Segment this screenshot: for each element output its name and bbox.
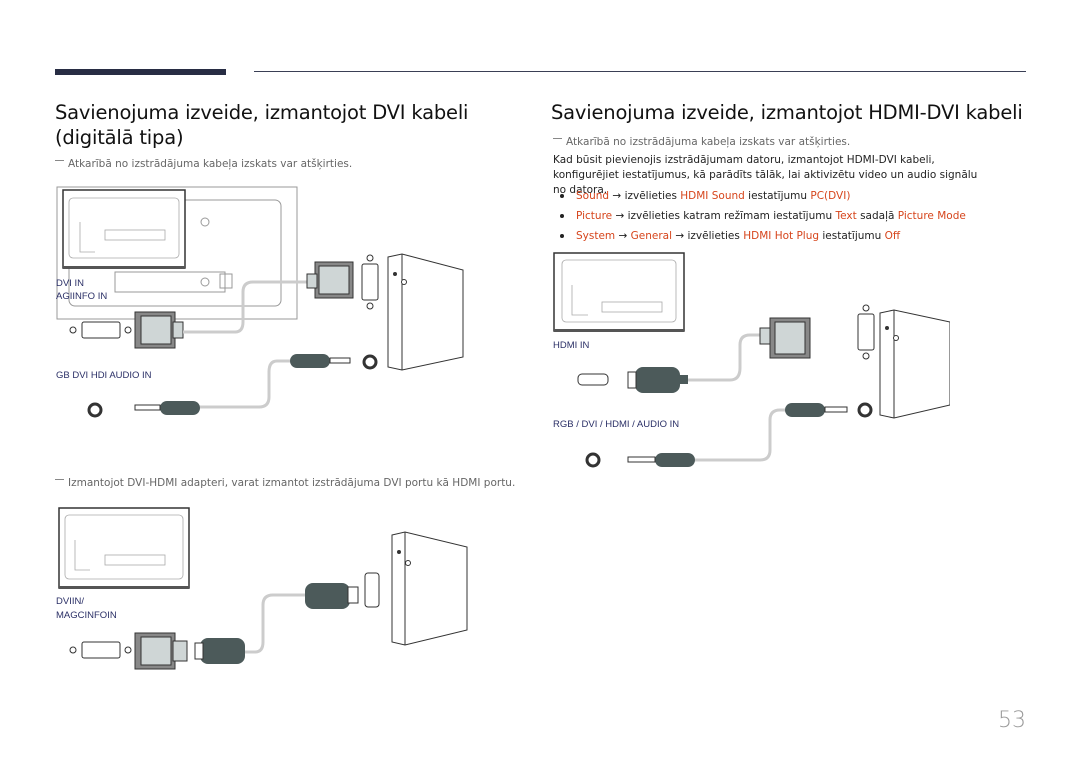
bullet-icon xyxy=(560,194,564,198)
settings-list: Sound → izvēlieties HDMI Sound iestatīju… xyxy=(556,186,966,246)
audio-cable xyxy=(200,359,290,409)
hdmi-cable xyxy=(245,593,305,654)
monitor-bottom-edge xyxy=(59,586,189,589)
label-dvi-in: DVI IN xyxy=(56,278,84,289)
dvi-port-pc xyxy=(361,254,379,310)
header-accent-bar xyxy=(55,69,226,75)
audio-cable xyxy=(695,408,785,462)
dvi-cable xyxy=(183,280,310,334)
right-section-title: Savienojuma izveide, izmantojot HDMI-DVI… xyxy=(551,101,1023,124)
bullet-text: Picture → izvēlieties katram režīmam ies… xyxy=(576,210,966,222)
left-section-title: Savienojuma izveide, izmantojot DVI kabe… xyxy=(55,101,469,149)
audio-jack-pc xyxy=(857,402,873,418)
menu-path-term: Off xyxy=(884,230,901,242)
audio-plug-pc xyxy=(290,354,351,368)
settings-item-picture: Picture → izvēlieties katram režīmam ies… xyxy=(556,206,966,226)
hdmi-port-pc xyxy=(364,572,380,608)
audio-jack-monitor xyxy=(87,402,103,418)
bullet-text: Sound → izvēlieties HDMI Sound iestatīju… xyxy=(576,190,850,202)
menu-path-term: Sound xyxy=(576,190,610,202)
monitor-back-small xyxy=(58,507,190,589)
pc-tower xyxy=(387,253,464,371)
bullet-text-fragment: izvēlieties xyxy=(624,190,681,202)
bullet-text-fragment: → izvēlieties xyxy=(672,230,744,242)
audio-jack-monitor xyxy=(585,452,601,468)
left-note: Atkarībā no izstrādājuma kabeļa izskats … xyxy=(55,158,352,170)
pc-tower xyxy=(879,309,950,419)
menu-path-term: System xyxy=(576,230,616,242)
monitor-bottom-edge xyxy=(63,266,185,269)
dvi-connector-pc xyxy=(759,317,811,359)
left-note-2: Izmantojot DVI-HDMI adapteri, varat izma… xyxy=(55,477,515,489)
dvi-connector-monitor xyxy=(134,311,184,349)
note-dash-icon xyxy=(553,138,562,139)
settings-item-system: System → General → izvēlieties HDMI Hot … xyxy=(556,226,966,246)
audio-jack-pc xyxy=(362,354,378,370)
label-dvi-in-2: DVIIN/ xyxy=(56,596,84,607)
right-note-text: Atkarībā no izstrādājuma kabeļa izskats … xyxy=(566,136,851,148)
bullet-icon xyxy=(560,214,564,218)
bullet-icon xyxy=(560,234,564,238)
dvi-port-pc xyxy=(857,304,875,360)
monitor-bottom-edge xyxy=(554,329,684,332)
bullet-text-fragment: iestatījumu xyxy=(819,230,885,242)
hdmi-port-monitor xyxy=(577,373,609,386)
hdmi-dvi-connection-diagram xyxy=(553,252,950,468)
menu-path-term: Picture xyxy=(576,210,613,222)
right-note: Atkarībā no izstrādājuma kabeļa izskats … xyxy=(553,136,850,148)
dvi-connection-diagram xyxy=(56,186,464,418)
menu-path-term: Picture Mode xyxy=(897,210,966,222)
dvi-port-monitor xyxy=(69,321,132,339)
bullet-text-fragment: sadaļā xyxy=(856,210,898,222)
monitor-back-small xyxy=(62,189,186,269)
label-audio-in-right: RGB / DVI / HDMI / AUDIO IN xyxy=(553,419,680,430)
menu-path-term: General xyxy=(630,230,673,242)
settings-item-sound: Sound → izvēlieties HDMI Sound iestatīju… xyxy=(556,186,966,206)
dvi-connector-pc xyxy=(306,261,354,299)
note-dash-icon xyxy=(55,479,64,480)
label-audio-in: GB DVI HDI AUDIO IN xyxy=(56,370,152,381)
pc-tower xyxy=(391,531,468,646)
menu-path-term: Text xyxy=(835,210,857,222)
left-note-2-text: Izmantojot DVI-HDMI adapteri, varat izma… xyxy=(68,477,516,489)
bullet-text-fragment: → xyxy=(609,190,625,202)
label-magicinfo-in: AGIINFO IN xyxy=(56,291,108,302)
page-number: 53 xyxy=(998,708,1026,733)
dvi-port-monitor xyxy=(69,641,132,659)
bullet-text-fragment: iestatījumu xyxy=(744,190,811,202)
bullet-text-fragment: → izvēlieties katram režīmam iestatījumu xyxy=(612,210,836,222)
menu-path-term: HDMI Sound xyxy=(680,190,745,202)
label-hdmi-in: HDMI IN xyxy=(553,340,590,351)
label-magicinfo-in-2: MAGCINFOIN xyxy=(56,610,117,621)
audio-plug-monitor xyxy=(134,401,200,415)
hdmi-dvi-cable xyxy=(688,333,760,382)
bullet-text: System → General → izvēlieties HDMI Hot … xyxy=(576,230,900,242)
dvi-hdmi-adapter-diagram xyxy=(58,507,468,670)
menu-path-term: PC(DVI) xyxy=(810,190,851,202)
audio-plug-monitor xyxy=(627,453,695,467)
header-rule xyxy=(254,71,1026,72)
note-dash-icon xyxy=(55,160,64,161)
menu-path-term: HDMI Hot Plug xyxy=(743,230,820,242)
left-note-text: Atkarībā no izstrādājuma kabeļa izskats … xyxy=(68,158,353,170)
bullet-text-fragment: → xyxy=(615,230,631,242)
hdmi-plug-monitor xyxy=(627,367,688,393)
dvi-hdmi-adapter xyxy=(134,632,188,670)
audio-plug-pc xyxy=(785,403,848,417)
hdmi-plug-pc xyxy=(305,583,359,609)
monitor-back-small xyxy=(553,252,685,332)
hdmi-plug-monitor xyxy=(194,638,245,664)
